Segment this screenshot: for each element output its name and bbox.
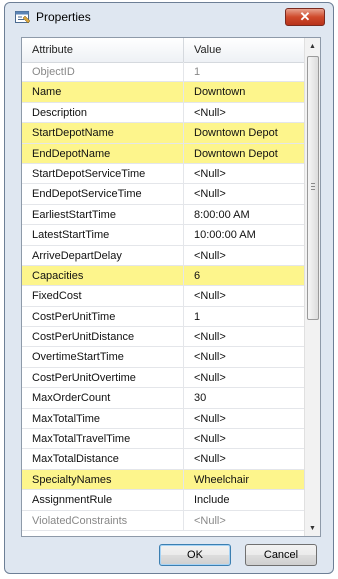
attribute-column-header[interactable]: Attribute xyxy=(22,38,184,62)
value-cell[interactable]: <Null> xyxy=(184,409,306,428)
value-cell[interactable]: <Null> xyxy=(184,184,306,203)
table-row[interactable]: StartDepotServiceTime <Null> xyxy=(22,163,306,185)
table-row[interactable]: MaxTotalTime <Null> xyxy=(22,408,306,430)
grip-line xyxy=(311,189,315,190)
value-cell[interactable]: 30 xyxy=(184,388,306,407)
properties-grid: Attribute Value ObjectID 1 Name Downtown Des… xyxy=(21,37,321,537)
attribute-cell: MaxTotalTravelTime xyxy=(22,429,184,449)
value-column-header[interactable]: Value xyxy=(184,38,306,62)
table-row[interactable]: MaxTotalTravelTime <Null> xyxy=(22,429,306,450)
table-row[interactable]: Description <Null> xyxy=(22,102,306,124)
value-cell[interactable]: <Null> xyxy=(184,246,306,265)
attribute-cell: OvertimeStartTime xyxy=(22,347,184,367)
vertical-scrollbar[interactable]: ▲ ▼ xyxy=(304,38,320,536)
attribute-cell: Name xyxy=(22,82,184,102)
table-row[interactable]: EndDepotServiceTime <Null> xyxy=(22,184,306,205)
scrollbar-thumb[interactable] xyxy=(307,56,319,320)
table-row[interactable]: MaxTotalDistance <Null> xyxy=(22,449,306,470)
grid-header: Attribute Value xyxy=(22,38,306,63)
attribute-cell: Capacities xyxy=(22,265,184,286)
attribute-cell: MaxTotalDistance xyxy=(22,449,184,469)
table-row[interactable]: OvertimeStartTime <Null> xyxy=(22,347,306,368)
attribute-cell: ObjectID xyxy=(22,62,184,82)
attribute-cell: CostPerUnitTime xyxy=(22,306,184,327)
attribute-cell: SpecialtyNames xyxy=(22,469,184,490)
attribute-cell: EndDepotServiceTime xyxy=(22,184,184,204)
attribute-cell: EndDepotName xyxy=(22,143,184,163)
attribute-cell: ViolatedConstraints xyxy=(22,510,184,530)
table-row[interactable]: CostPerUnitOvertime <Null> xyxy=(22,367,306,389)
table-row[interactable]: Capacities 6 xyxy=(22,265,306,287)
window-title: Properties xyxy=(36,10,91,24)
attribute-cell: MaxOrderCount xyxy=(22,388,184,408)
value-cell[interactable]: 6 xyxy=(184,266,306,285)
attribute-cell: LatestStartTime xyxy=(22,225,184,245)
value-cell[interactable]: 10:00:00 AM xyxy=(184,225,306,244)
value-cell[interactable]: <Null> xyxy=(184,449,306,468)
table-row[interactable]: EndDepotName Downtown Depot xyxy=(22,143,306,164)
value-cell[interactable]: <Null> xyxy=(184,347,306,366)
value-cell[interactable]: Downtown Depot xyxy=(184,144,306,163)
table-row[interactable]: AssignmentRule Include xyxy=(22,490,306,511)
value-cell[interactable]: <Null> xyxy=(184,327,306,346)
value-cell[interactable]: <Null> xyxy=(184,368,306,387)
table-row[interactable]: ObjectID 1 xyxy=(22,62,306,83)
close-button[interactable]: ✕ xyxy=(285,8,325,26)
value-cell[interactable]: 1 xyxy=(184,307,306,326)
attribute-cell: Description xyxy=(22,102,184,123)
value-cell[interactable]: 8:00:00 AM xyxy=(184,205,306,224)
value-cell[interactable]: <Null> xyxy=(184,103,306,122)
attribute-cell: StartDepotServiceTime xyxy=(22,163,184,184)
table-row[interactable]: MaxOrderCount 30 xyxy=(22,388,306,409)
table-row[interactable]: ViolatedConstraints <Null> xyxy=(22,510,306,531)
grip-line xyxy=(311,186,315,187)
value-cell[interactable]: <Null> xyxy=(184,286,306,305)
value-cell[interactable]: 1 xyxy=(184,62,306,81)
value-cell[interactable]: Downtown Depot xyxy=(184,123,306,142)
table-row[interactable]: LatestStartTime 10:00:00 AM xyxy=(22,225,306,246)
attribute-cell: ArriveDepartDelay xyxy=(22,245,184,265)
table-row[interactable]: EarliestStartTime 8:00:00 AM xyxy=(22,204,306,226)
attribute-cell: CostPerUnitOvertime xyxy=(22,367,184,388)
value-cell[interactable]: Downtown xyxy=(184,82,306,101)
close-icon: ✕ xyxy=(299,9,311,24)
properties-dialog: Properties ✕ Attribute Value ObjectID 1 Na… xyxy=(4,2,334,574)
value-cell[interactable]: Include xyxy=(184,490,306,509)
table-row[interactable]: SpecialtyNames Wheelchair xyxy=(22,469,306,491)
value-cell[interactable]: <Null> xyxy=(184,511,306,530)
cancel-button[interactable]: Cancel xyxy=(245,544,317,566)
attribute-cell: AssignmentRule xyxy=(22,490,184,510)
value-cell[interactable]: <Null> xyxy=(184,429,306,448)
title-bar[interactable]: Properties ✕ xyxy=(5,3,333,31)
properties-icon xyxy=(15,11,31,24)
attribute-cell: MaxTotalTime xyxy=(22,408,184,429)
table-row[interactable]: ArriveDepartDelay <Null> xyxy=(22,245,306,266)
attribute-cell: EarliestStartTime xyxy=(22,204,184,225)
scroll-down-arrow-icon[interactable]: ▼ xyxy=(305,520,320,536)
attribute-cell: StartDepotName xyxy=(22,123,184,143)
table-row[interactable]: CostPerUnitDistance <Null> xyxy=(22,327,306,348)
value-cell[interactable]: Wheelchair xyxy=(184,470,306,489)
grip-line xyxy=(311,183,315,184)
table-row[interactable]: StartDepotName Downtown Depot xyxy=(22,123,306,144)
table-row[interactable]: Name Downtown xyxy=(22,82,306,103)
ok-button[interactable]: OK xyxy=(159,544,231,566)
grid-rows: ObjectID 1 Name Downtown Description <Null> St… xyxy=(22,62,306,531)
value-cell[interactable]: <Null> xyxy=(184,164,306,183)
table-row[interactable]: CostPerUnitTime 1 xyxy=(22,306,306,328)
table-row[interactable]: FixedCost <Null> xyxy=(22,286,306,307)
attribute-cell: FixedCost xyxy=(22,286,184,306)
scroll-up-arrow-icon[interactable]: ▲ xyxy=(305,38,320,54)
attribute-cell: CostPerUnitDistance xyxy=(22,327,184,347)
